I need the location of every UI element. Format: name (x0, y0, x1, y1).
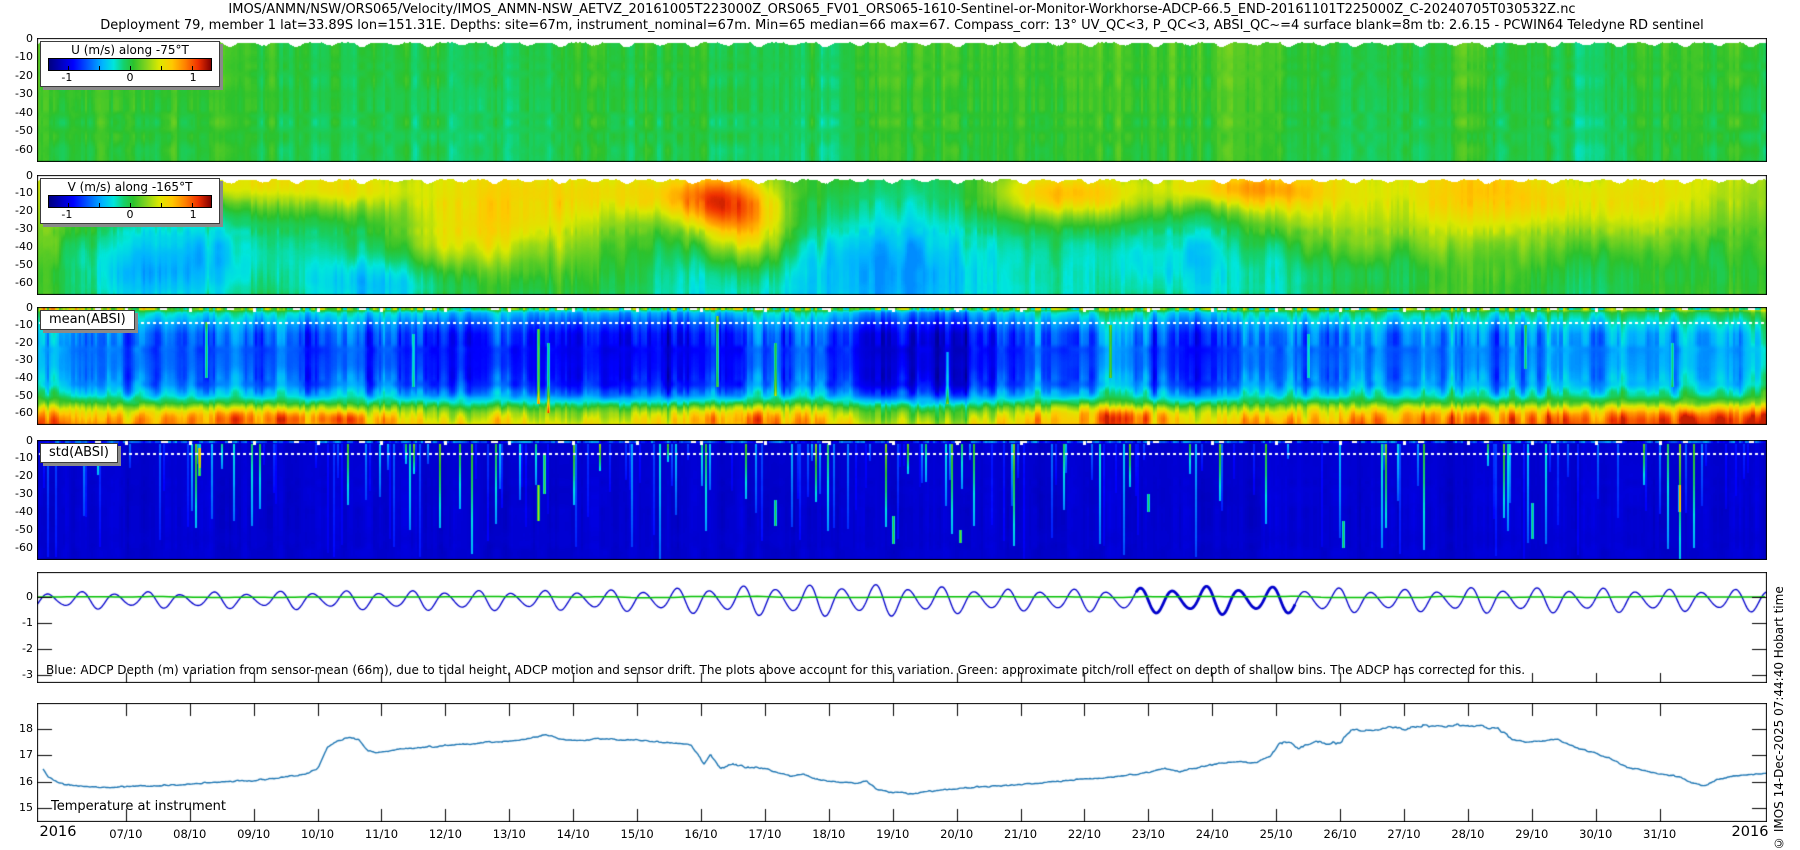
u-colorbar-legend: U (m/s) along -75°T -1 0 1 (40, 41, 220, 87)
x-tick-label: 13/10 (492, 827, 526, 841)
x-tick-label: 17/10 (748, 827, 782, 841)
y-tick-label: 0 (26, 31, 33, 45)
y-tick-label: -10 (15, 451, 33, 465)
x-axis-year-left: 2016 (39, 824, 77, 840)
y-tick-label: -40 (15, 370, 33, 384)
v-colorbar-gradient (48, 195, 212, 208)
y-tick-label: -50 (15, 523, 33, 537)
y-tick-label: -50 (15, 388, 33, 402)
u-colorbar-gradient (48, 58, 212, 71)
panel-v-velocity: V (m/s) along -165°T -1 0 1 (37, 175, 1767, 295)
y-tick-label: -10 (15, 50, 33, 63)
y-tick-label: -30 (15, 487, 33, 501)
x-tick-label: 21/10 (1003, 827, 1038, 841)
colorbar-tick-label: -1 (61, 208, 73, 221)
x-tick-label: 25/10 (1259, 827, 1293, 841)
v-colorbar-tick-labels: -1 0 1 (48, 208, 212, 221)
y-tick-label: -30 (15, 353, 33, 367)
y-tick-label: -10 (15, 186, 33, 200)
mean-absi-label: mean(ABSI) (40, 310, 135, 330)
y-tick-label: -3 (22, 668, 33, 681)
adcp-summary-figure: IMOS/ANMN/NSW/ORS065/Velocity/IMOS_ANMN-… (0, 0, 1800, 850)
y-tick-label: -20 (15, 335, 33, 349)
imos-watermark: © IMOS 14-Dec-2025 07:44:40 Hobart time (1772, 586, 1786, 850)
panel-temperature: Temperature at instrument (37, 703, 1767, 822)
x-tick-label: 12/10 (428, 827, 462, 841)
colorbar-tick-label: -1 (61, 71, 73, 84)
v-colorbar-title: V (m/s) along -165°T (67, 180, 193, 194)
colorbar-tick-label: 1 (189, 208, 197, 221)
x-tick-label: 23/10 (1131, 827, 1165, 841)
x-tick-label: 22/10 (1067, 827, 1102, 841)
x-tick-label: 15/10 (620, 827, 654, 841)
y-tick-label: 15 (19, 801, 33, 815)
y-tick-label: -60 (15, 406, 33, 420)
x-tick-label: 30/10 (1579, 827, 1613, 841)
x-tick-label: 07/10 (109, 827, 143, 841)
x-tick-label: 09/10 (237, 827, 271, 841)
y-tick-label: -40 (15, 240, 33, 254)
y-tick-label: -30 (15, 87, 33, 101)
y-tick-label: 16 (19, 774, 33, 788)
x-tick-label: 28/10 (1451, 827, 1485, 841)
y-tick-label: 0 (26, 590, 33, 603)
y-tick-label: -2 (22, 642, 33, 655)
y-tick-label: -50 (15, 258, 33, 272)
x-tick-label: 27/10 (1387, 827, 1421, 841)
y-tick-label: -20 (15, 204, 33, 218)
x-tick-label: 26/10 (1323, 827, 1357, 841)
panel-mean-absi: mean(ABSI) (37, 307, 1767, 425)
y-tick-label: -60 (15, 142, 33, 156)
std-absi-label: std(ABSI) (40, 443, 118, 463)
x-tick-label: 11/10 (364, 827, 399, 841)
v-colorbar-legend: V (m/s) along -165°T -1 0 1 (40, 178, 220, 224)
panel-u-velocity: U (m/s) along -75°T -1 0 1 (37, 38, 1767, 162)
y-tick-label: 17 (19, 748, 33, 762)
y-tick-label: -20 (15, 68, 33, 82)
y-tick-label: -20 (15, 469, 33, 483)
x-tick-label: 24/10 (1195, 827, 1229, 841)
mean-absi-heatmap (37, 307, 1767, 425)
std-absi-heatmap (37, 440, 1767, 560)
x-tick-label: 10/10 (300, 827, 335, 841)
x-tick-label: 19/10 (876, 827, 910, 841)
u-velocity-heatmap (37, 38, 1767, 162)
y-tick-label: -50 (15, 124, 33, 138)
y-tick-label: -40 (15, 505, 33, 519)
y-tick-label: 18 (19, 722, 33, 735)
u-colorbar-title: U (m/s) along -75°T (71, 43, 189, 57)
depth-variation-caption: Blue: ADCP Depth (m) variation from sens… (46, 663, 1526, 677)
temperature-label: Temperature at instrument (51, 799, 226, 814)
y-tick-label: -60 (15, 275, 33, 289)
x-tick-label: 08/10 (173, 827, 207, 841)
y-tick-label: -1 (22, 616, 33, 629)
y-tick-label: -30 (15, 222, 33, 236)
figure-subtitle-deployment: Deployment 79, member 1 lat=33.89S lon=1… (100, 18, 1704, 33)
panel-std-absi: std(ABSI) (37, 440, 1767, 560)
x-tick-label: 14/10 (556, 827, 590, 841)
y-tick-label: -40 (15, 105, 33, 119)
y-tick-label: 0 (26, 433, 33, 447)
v-velocity-heatmap (37, 175, 1767, 295)
u-colorbar-tick-labels: -1 0 1 (48, 71, 212, 84)
y-tick-label: -10 (15, 318, 33, 332)
colorbar-tick-label: 0 (126, 71, 134, 84)
x-tick-label: 16/10 (684, 827, 718, 841)
x-tick-label: 20/10 (940, 827, 974, 841)
x-axis-year-right: 2016 (1731, 824, 1769, 840)
colorbar-tick-label: 0 (126, 208, 134, 221)
colorbar-tick-label: 1 (189, 71, 197, 84)
x-tick-label: 31/10 (1643, 827, 1677, 841)
temperature-plot (37, 703, 1767, 822)
figure-title-filename: IMOS/ANMN/NSW/ORS065/Velocity/IMOS_ANMN-… (228, 2, 1576, 17)
y-tick-label: 0 (26, 168, 33, 182)
x-tick-label: 29/10 (1515, 827, 1549, 841)
y-tick-label: 0 (26, 300, 33, 314)
x-tick-label: 18/10 (812, 827, 846, 841)
y-tick-label: -60 (15, 540, 33, 554)
panel-depth-variation: Blue: ADCP Depth (m) variation from sens… (37, 572, 1767, 683)
